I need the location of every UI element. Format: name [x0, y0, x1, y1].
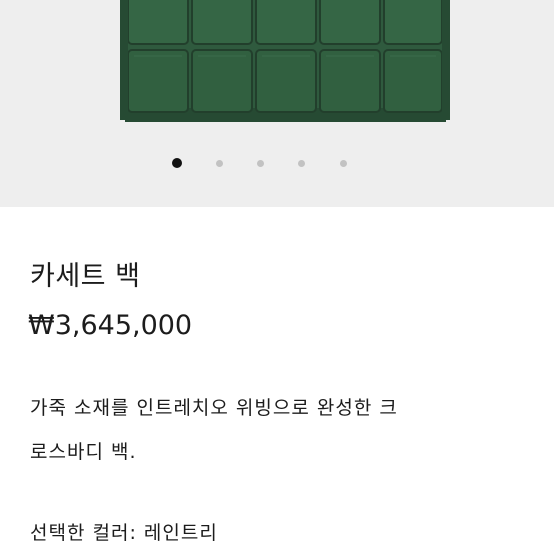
product-price: ₩3,645,000	[28, 310, 193, 341]
carousel-dot-3[interactable]	[257, 160, 264, 167]
product-description: 가죽 소재를 인트레치오 위빙으로 완성한 크 로스바디 백.	[30, 386, 530, 474]
product-image-gallery[interactable]	[0, 0, 554, 207]
carousel-dot-5[interactable]	[340, 160, 347, 167]
product-title: 카세트 백	[30, 261, 141, 292]
carousel-dot-2[interactable]	[216, 160, 223, 167]
selected-color-value: 레인트리	[143, 522, 218, 544]
carousel-dot-1[interactable]	[172, 158, 182, 168]
description-line-2: 로스바디 백.	[30, 441, 137, 463]
product-image[interactable]	[0, 0, 554, 207]
description-line-1: 가죽 소재를 인트레치오 위빙으로 완성한 크	[30, 397, 398, 419]
carousel-dot-4[interactable]	[298, 160, 305, 167]
carousel-pagination	[0, 157, 554, 169]
selected-color-label: 선택한 컬러:	[30, 522, 137, 544]
selected-color: 선택한 컬러: 레인트리	[30, 518, 218, 545]
